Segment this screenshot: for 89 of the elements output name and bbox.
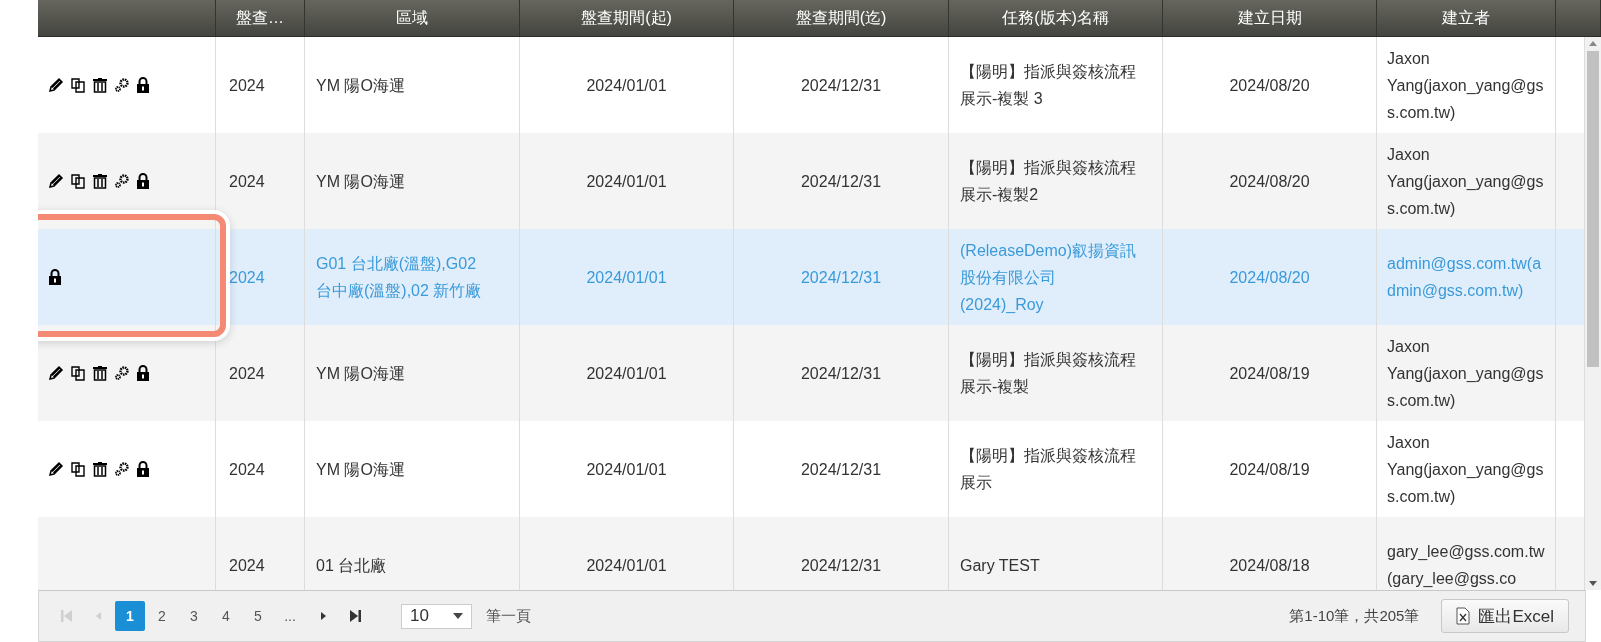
table-cell-text: YM 陽O海運 (316, 171, 405, 192)
table-cell-text: 2024/01/01 (586, 171, 667, 192)
table-cell-text: 2024/12/31 (800, 75, 882, 96)
table-cell-text: Gary TEST (960, 555, 1040, 576)
table-cell-text: 2024/01/01 (586, 75, 667, 96)
scroll-down-icon[interactable] (1589, 581, 1597, 586)
pencil-icon[interactable] (48, 173, 64, 189)
scroll-up-icon[interactable] (1589, 41, 1597, 46)
gears-icon[interactable] (114, 173, 130, 189)
page-link[interactable]: ... (275, 601, 305, 631)
padlock-icon[interactable] (136, 461, 150, 477)
copy-icon[interactable] (70, 365, 86, 381)
trash-icon[interactable] (92, 77, 108, 93)
export-excel-button[interactable]: 匯出Excel (1441, 599, 1569, 633)
table-cell-text: Jaxon Yang(jaxon_yang@gss.com.tw) (1387, 432, 1545, 507)
page-size-label: 筆一頁 (486, 606, 531, 626)
column-header[interactable]: 建立日期 (1163, 0, 1377, 36)
padlock-icon[interactable] (136, 173, 150, 189)
table-cell-text: 2024/12/31 (800, 459, 882, 480)
pencil-icon[interactable] (48, 365, 64, 381)
table-cell-text: 2024/08/20 (1229, 171, 1310, 192)
column-header[interactable]: 區域 (305, 0, 520, 36)
record-summary: 第1-10筆，共205筆 (1289, 606, 1420, 626)
table-row[interactable]: 2024 YM 陽O海運 2024/01/01 2024/12/31 【陽明】指派與簽核流程展示-複製 2024/08/19 Jaxon Yang(jaxon_yang@gss.com.tw) (38, 325, 1585, 421)
table-cell-text: 【陽明】指派與簽核流程展示-複製2 (960, 158, 1137, 205)
page-link[interactable]: 5 (243, 601, 273, 631)
table-cell-text: 2024/08/20 (1229, 267, 1310, 288)
table-cell-text: 2024/12/31 (800, 171, 882, 192)
table-cell-text: Jaxon Yang(jaxon_yang@gss.com.tw) (1387, 48, 1545, 123)
table-cell-text: YM 陽O海運 (316, 75, 405, 96)
table-cell-text: 2024/12/31 (800, 267, 882, 288)
page-link[interactable]: 3 (179, 601, 209, 631)
caret-icon (453, 613, 463, 619)
table-row[interactable]: 2024 YM 陽O海運 2024/01/01 2024/12/31 【陽明】指派與簽核流程展示-複製2 2024/08/20 Jaxon Yang(jaxon_yang@gss.com.tw) (38, 133, 1585, 229)
table-cell-text: Jaxon Yang(jaxon_yang@gss.com.tw) (1387, 336, 1545, 411)
table-cell-text: 2024 (229, 555, 265, 576)
page-size-select[interactable]: 10 (401, 603, 472, 629)
table-cell-text: 2024/01/01 (586, 363, 667, 384)
excel-file-icon (1456, 607, 1471, 625)
table-cell-text: G01 台北廠(溫盤),G02 台中廠(溫盤),02 新竹廠 (316, 254, 483, 301)
table-cell-text: gary_lee@gss.com.tw(gary_lee@gss.co (1387, 542, 1546, 589)
padlock-icon[interactable] (136, 77, 150, 93)
table-cell-text: 2024/12/31 (800, 555, 882, 576)
gears-icon[interactable] (114, 461, 130, 477)
table-cell-text: 2024 (229, 75, 265, 96)
copy-icon[interactable] (70, 77, 86, 93)
copy-icon[interactable] (70, 461, 86, 477)
table-cell-text: 2024 (229, 267, 265, 288)
page-link[interactable]: 1 (115, 601, 145, 631)
trash-icon[interactable] (92, 461, 108, 477)
column-header[interactable]: 盤查… (216, 0, 305, 36)
table-cell-text: YM 陽O海運 (316, 459, 405, 480)
pencil-icon[interactable] (48, 77, 64, 93)
table-cell-text: 01 台北廠 (316, 555, 387, 576)
table-cell-text: 2024/01/01 (586, 555, 667, 576)
table-cell-text: (ReleaseDemo)叡揚資訊股份有限公司(2024)_Roy (960, 240, 1138, 315)
table-cell-text: Jaxon Yang(jaxon_yang@gss.com.tw) (1387, 144, 1545, 219)
table-cell-text: 2024 (229, 459, 265, 480)
table-cell-text: 【陽明】指派與簽核流程展示-複製 (960, 350, 1137, 397)
last-page-icon[interactable] (348, 608, 362, 624)
trash-icon[interactable] (92, 173, 108, 189)
column-header[interactable]: 盤查期間(迄) (734, 0, 949, 36)
gears-icon[interactable] (114, 77, 130, 93)
pencil-icon[interactable] (48, 461, 64, 477)
column-header[interactable]: 盤查期間(起) (520, 0, 734, 36)
column-header[interactable]: 任務(版本)名稱 (949, 0, 1163, 36)
table-cell-text: 2024/08/19 (1229, 459, 1310, 480)
trash-icon[interactable] (92, 365, 108, 381)
copy-icon[interactable] (70, 173, 86, 189)
table-cell-text: 2024/08/19 (1229, 363, 1310, 384)
scrollbar[interactable] (1585, 37, 1601, 590)
column-header[interactable]: 建立者 (1377, 0, 1556, 36)
table-cell-text: 【陽明】指派與簽核流程展示 (960, 446, 1137, 493)
table-cell-text: 2024 (229, 363, 265, 384)
padlock-icon[interactable] (48, 269, 62, 285)
gears-icon[interactable] (114, 365, 130, 381)
table-cell-text: 2024 (229, 171, 265, 192)
table-cell-text: 2024/01/01 (586, 267, 667, 288)
table-cell-text: 【陽明】指派與簽核流程展示-複製 3 (960, 62, 1137, 109)
page-link[interactable]: 2 (147, 601, 177, 631)
table-cell-text: 2024/12/31 (800, 363, 882, 384)
table-cell-text: admin@gss.com.tw(admin@gss.com.tw) (1387, 254, 1543, 301)
table-cell-text: 2024/01/01 (586, 459, 667, 480)
table-cell-text: 2024/08/20 (1229, 75, 1310, 96)
padlock-icon[interactable] (136, 365, 150, 381)
table-row[interactable]: 2024 01 台北廠 2024/01/01 2024/12/31 Gary TEST 2024/08/18 gary_lee@gss.com.tw(gary_lee@gss.co (38, 517, 1585, 590)
table-cell-text: 2024/08/18 (1229, 555, 1310, 576)
page-link[interactable]: 4 (211, 601, 241, 631)
table-cell-text: YM 陽O海運 (316, 363, 405, 384)
